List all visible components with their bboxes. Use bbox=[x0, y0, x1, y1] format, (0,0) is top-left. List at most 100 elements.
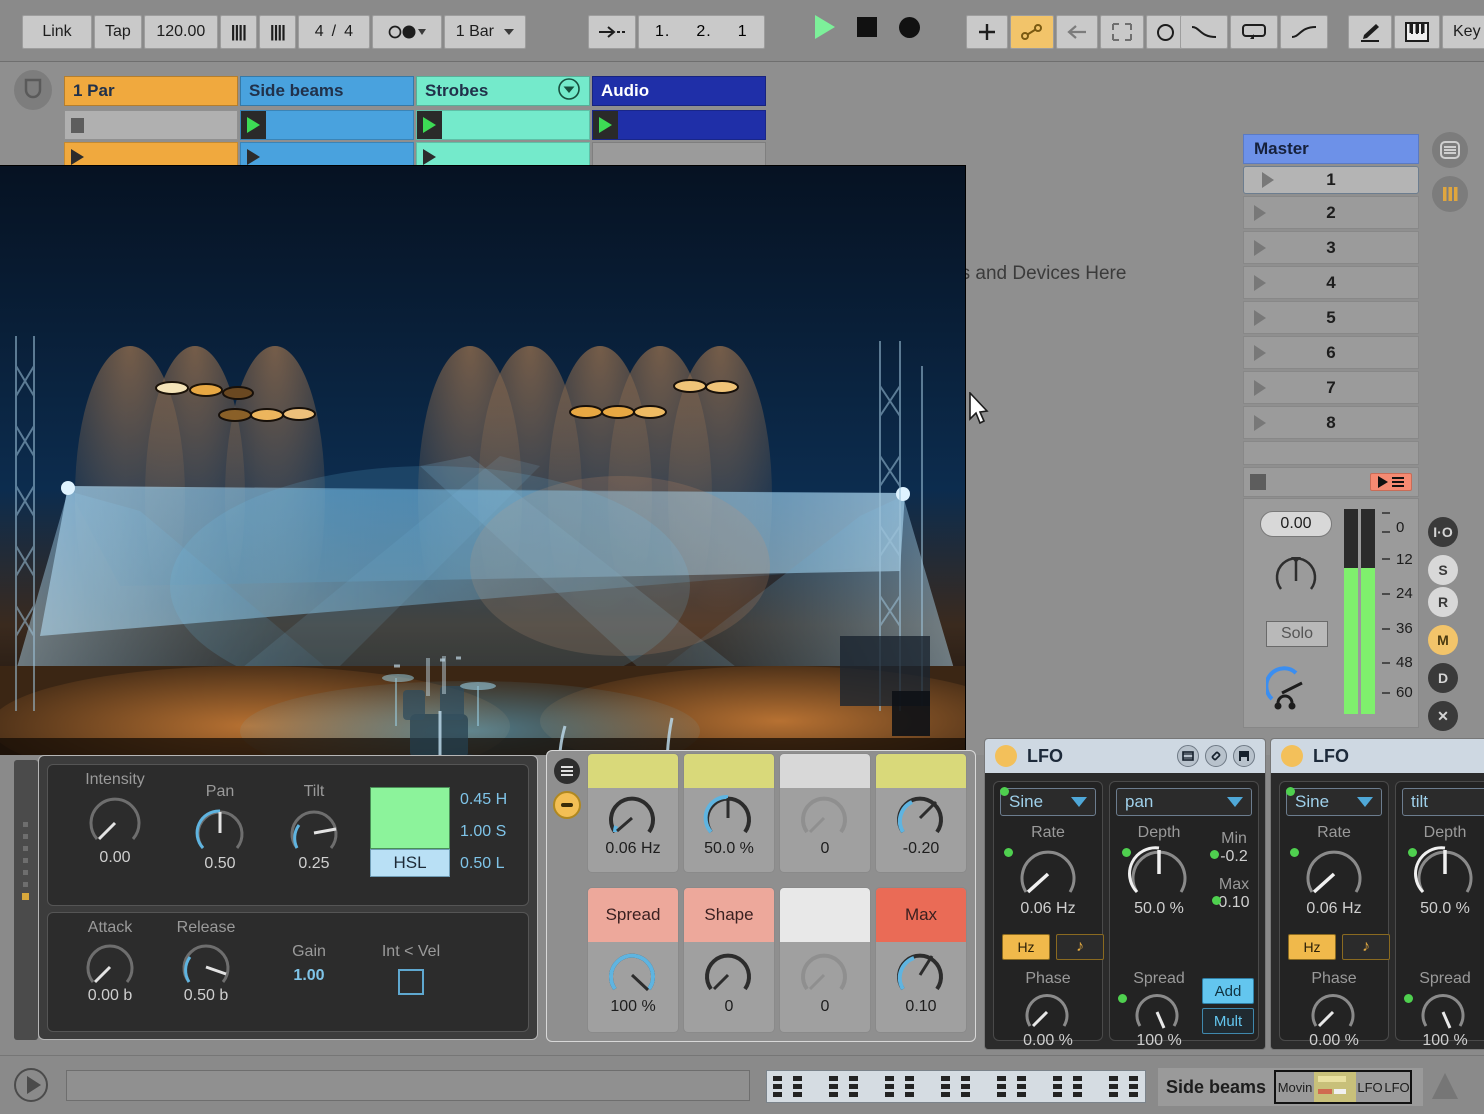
track-fold-chevron-icon[interactable] bbox=[557, 77, 581, 106]
solo-button[interactable]: S bbox=[1428, 555, 1458, 585]
lfo-2-hz-button[interactable]: Hz bbox=[1288, 934, 1336, 960]
lfo-2-target-select[interactable]: tilt bbox=[1402, 788, 1484, 816]
max-cell-2[interactable]: 50.0 % bbox=[683, 753, 775, 873]
scene-row-4[interactable]: 4 bbox=[1243, 266, 1419, 299]
color-mode-button[interactable]: HSL bbox=[370, 849, 450, 877]
scene-row-7[interactable]: 7 bbox=[1243, 371, 1419, 404]
max-edit-icon[interactable] bbox=[1205, 745, 1227, 767]
lfo-2-rate-knob[interactable] bbox=[1280, 842, 1388, 904]
fade-in-icon[interactable] bbox=[1280, 15, 1328, 49]
link-button[interactable]: Link bbox=[22, 15, 92, 49]
chain-thumbnails[interactable]: Movin LFO LFO bbox=[1274, 1070, 1412, 1104]
clip-play-button[interactable] bbox=[593, 111, 618, 139]
max-cell-max[interactable]: Max 0.10 bbox=[875, 887, 967, 1033]
clip-play-button[interactable] bbox=[241, 111, 266, 139]
max-save-icon[interactable] bbox=[1233, 745, 1255, 767]
lfo-1-spread-knob[interactable] bbox=[1110, 988, 1208, 1036]
intensity-knob[interactable] bbox=[60, 791, 170, 851]
master-volume-field[interactable]: 0.00 bbox=[1260, 511, 1332, 537]
tilt-knob[interactable] bbox=[264, 803, 364, 859]
status-message-field[interactable] bbox=[66, 1070, 750, 1101]
stop-icon[interactable] bbox=[857, 17, 877, 37]
status-play-icon[interactable] bbox=[14, 1068, 48, 1102]
lfo-2-note-button[interactable]: ♪ bbox=[1342, 934, 1390, 960]
stage-lighting-preview[interactable] bbox=[0, 166, 965, 755]
max-cell-spread-knob[interactable] bbox=[588, 948, 678, 1000]
max-list-icon[interactable] bbox=[553, 757, 581, 790]
session-record-icon[interactable] bbox=[1370, 473, 1412, 491]
quantization-select[interactable]: 1 Bar bbox=[444, 15, 526, 49]
track-header-strobes[interactable]: Strobes bbox=[416, 76, 590, 106]
int-vel-checkbox[interactable] bbox=[398, 969, 424, 995]
key-map-button[interactable]: Key bbox=[1442, 15, 1484, 49]
lfo-2-waveform-select[interactable]: Sine bbox=[1286, 788, 1382, 816]
lfo-1-rate-knob[interactable] bbox=[994, 842, 1102, 904]
re-enable-automation-icon[interactable] bbox=[1056, 15, 1098, 49]
max-cell-7-knob[interactable] bbox=[780, 948, 870, 1000]
record-button[interactable]: R bbox=[1428, 587, 1458, 617]
master-track-header[interactable]: Master bbox=[1243, 134, 1419, 164]
clip-slot-1-par-row1[interactable] bbox=[64, 110, 238, 140]
max-cell-shape[interactable]: Shape 0 bbox=[683, 887, 775, 1033]
crossfade-button[interactable]: ✕ bbox=[1428, 701, 1458, 731]
io-button[interactable]: I·O bbox=[1428, 517, 1458, 547]
max-cell-1[interactable]: 0.06 Hz bbox=[587, 753, 679, 873]
master-solo-button[interactable]: Solo bbox=[1266, 621, 1328, 647]
max-cell-4[interactable]: -0.20 bbox=[875, 753, 967, 873]
draw-mode-pencil-icon[interactable] bbox=[1348, 15, 1392, 49]
track-header-1-par[interactable]: 1 Par bbox=[64, 76, 238, 106]
capture-midi-icon[interactable] bbox=[1100, 15, 1144, 49]
track-header-side-beams[interactable]: Side beams bbox=[240, 76, 414, 106]
clip-slot-strobes-row1[interactable] bbox=[416, 110, 590, 140]
clip-slot-side-beams-row1[interactable] bbox=[240, 110, 414, 140]
max-cell-7[interactable]: 0 bbox=[779, 887, 871, 1033]
browser-columns-icon[interactable] bbox=[1432, 176, 1468, 212]
chain-chip-3[interactable]: LFO bbox=[1356, 1072, 1384, 1102]
scene-row-5[interactable]: 5 bbox=[1243, 301, 1419, 334]
follow-button[interactable] bbox=[372, 15, 442, 49]
clip-stop-button[interactable] bbox=[65, 111, 90, 139]
pan-knob[interactable] bbox=[170, 803, 270, 859]
chain-chip-4[interactable]: LFO bbox=[1384, 1072, 1410, 1102]
fade-out-icon[interactable] bbox=[1180, 15, 1228, 49]
resize-handle-icon[interactable] bbox=[1432, 1073, 1458, 1099]
delay-button[interactable]: D bbox=[1428, 663, 1458, 693]
scene-row-1[interactable]: 1 bbox=[1243, 166, 1419, 194]
lfo-1-hz-button[interactable]: Hz bbox=[1002, 934, 1050, 960]
scene-row-6[interactable]: 6 bbox=[1243, 336, 1419, 369]
max-cell-spread[interactable]: Spread 100 % bbox=[587, 887, 679, 1033]
device-power-icon[interactable] bbox=[995, 745, 1017, 767]
cue-volume-knob[interactable] bbox=[1266, 663, 1322, 713]
scene-row-8[interactable]: 8 bbox=[1243, 406, 1419, 439]
browser-list-icon[interactable] bbox=[1432, 132, 1468, 168]
color-swatch[interactable] bbox=[370, 787, 450, 849]
song-position[interactable]: 1. 2. 1 bbox=[638, 15, 765, 49]
tempo-field[interactable]: 120.00 bbox=[144, 15, 218, 49]
tap-tempo-button[interactable]: Tap bbox=[94, 15, 142, 49]
punch-loop-icon[interactable] bbox=[1230, 15, 1278, 49]
computer-midi-keyboard-icon[interactable] bbox=[1394, 15, 1440, 49]
device-power-icon[interactable] bbox=[1281, 745, 1303, 767]
max-cell-max-knob[interactable] bbox=[876, 948, 966, 1000]
track-header-audio[interactable]: Audio bbox=[592, 76, 766, 106]
max-cell-2-knob[interactable] bbox=[684, 792, 774, 842]
automation-arm-icon[interactable] bbox=[1010, 15, 1054, 49]
plus-icon[interactable] bbox=[966, 15, 1008, 49]
lfo-1-note-button[interactable]: ♪ bbox=[1056, 934, 1104, 960]
scene-row-empty[interactable] bbox=[1243, 441, 1419, 465]
lfo-2-depth-knob[interactable] bbox=[1396, 842, 1484, 904]
chain-chip-2[interactable] bbox=[1314, 1072, 1356, 1102]
clip-slot-audio-row1[interactable] bbox=[592, 110, 766, 140]
max-patch-icon[interactable] bbox=[1177, 745, 1199, 767]
metronome-button[interactable]: |||| bbox=[259, 15, 296, 49]
max-cell-3[interactable]: 0 bbox=[779, 753, 871, 873]
play-icon[interactable] bbox=[815, 15, 835, 39]
lfo-1-target-select[interactable]: pan bbox=[1116, 788, 1252, 816]
lfo-1-add-button[interactable]: Add bbox=[1202, 978, 1254, 1004]
lfo-1-mult-button[interactable]: Mult bbox=[1202, 1008, 1254, 1034]
release-knob[interactable] bbox=[156, 937, 256, 993]
lfo-1-depth-knob[interactable] bbox=[1110, 842, 1208, 904]
device-chain-handle[interactable] bbox=[14, 760, 38, 1040]
chain-chip-1[interactable]: Movin bbox=[1276, 1072, 1314, 1102]
gain-value[interactable]: 1.00 bbox=[266, 967, 352, 985]
